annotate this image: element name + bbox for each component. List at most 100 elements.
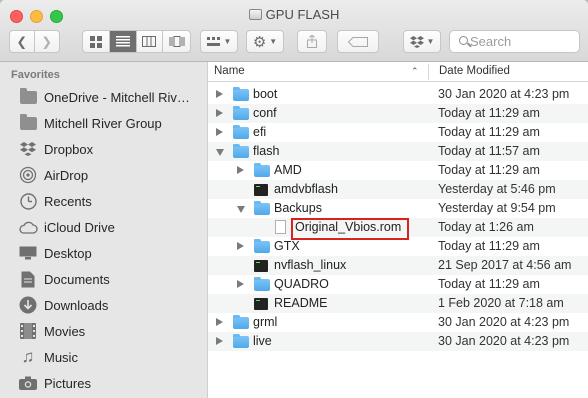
drive-icon	[248, 9, 262, 20]
sidebar-item-label: Recents	[44, 193, 92, 209]
sidebar-item-icloud-drive[interactable]: iCloud Drive	[0, 214, 207, 240]
sidebar-item-onedrive-mitchell-river-group[interactable]: OneDrive - Mitchell River Group	[0, 84, 207, 110]
column-date-header[interactable]: Date Modified	[439, 65, 510, 77]
file-name: amdvbflash	[274, 182, 338, 196]
arrange-button[interactable]: ▼	[200, 30, 238, 53]
sidebar-item-label: Music	[44, 349, 78, 365]
search-icon	[459, 36, 468, 45]
file-row[interactable]: README 1 Feb 2020 at 7:18 am	[208, 294, 588, 313]
search-field[interactable]: Search	[449, 30, 580, 53]
sidebar-item-mitchell-river-group[interactable]: Mitchell River Group	[0, 110, 207, 136]
file-row[interactable]: QUADRO Today at 11:29 am	[208, 275, 588, 294]
folder-icon	[233, 315, 249, 329]
chevron-left-icon: ❮	[16, 35, 27, 49]
file-date: Today at 11:57 am	[438, 144, 540, 158]
icon-view-button[interactable]	[83, 31, 110, 52]
file-row[interactable]: efi Today at 11:29 am	[208, 123, 588, 142]
sidebar-item-label: OneDrive - Mitchell River Group	[44, 89, 194, 105]
sidebar-item-label: Documents	[44, 271, 110, 287]
folder-icon	[233, 87, 249, 101]
disclosure-closed-icon[interactable]	[216, 337, 223, 345]
folder-icon	[233, 144, 249, 158]
disclosure-closed-icon[interactable]	[216, 128, 223, 136]
file-name: conf	[253, 106, 277, 120]
disclosure-closed-icon[interactable]	[216, 318, 223, 326]
column-divider[interactable]	[428, 64, 429, 80]
sidebar-item-label: iCloud Drive	[44, 219, 115, 235]
file-row[interactable]: Backups Yesterday at 9:54 pm	[208, 199, 588, 218]
sidebar-item-label: AirDrop	[44, 167, 89, 183]
search-placeholder: Search	[470, 34, 512, 49]
file-row[interactable]: nvflash_linux 21 Sep 2017 at 4:56 am	[208, 256, 588, 275]
sidebar-item-airdrop[interactable]: AirDrop	[0, 162, 207, 188]
file-date: 1 Feb 2020 at 7:18 am	[438, 296, 564, 310]
disclosure-closed-icon[interactable]	[216, 109, 223, 117]
disclosure-closed-icon[interactable]	[237, 166, 244, 174]
file-date: Today at 11:29 am	[438, 163, 540, 177]
window-title: GPU FLASH	[0, 7, 588, 22]
file-row[interactable]: flash Today at 11:57 am	[208, 142, 588, 161]
file-list: Name ⌃ Date Modified boot 30 Jan 2020 at …	[208, 62, 588, 398]
tag-icon	[348, 36, 368, 47]
sidebar-item-movies[interactable]: Movies	[0, 318, 207, 344]
dropbox-icon	[409, 35, 424, 48]
window-title-text: GPU FLASH	[265, 7, 340, 22]
cover-flow-view-button[interactable]	[163, 31, 190, 52]
sidebar-item-label: Downloads	[44, 297, 109, 313]
file-name: AMD	[274, 163, 302, 177]
file-row[interactable]: amdvbflash Yesterday at 5:46 pm	[208, 180, 588, 199]
back-button[interactable]: ❮	[10, 31, 35, 52]
file-row[interactable]: live 30 Jan 2020 at 4:23 pm	[208, 332, 588, 351]
clock-icon	[18, 191, 38, 211]
tag-button[interactable]	[337, 30, 379, 53]
forward-button[interactable]: ❯	[35, 31, 59, 52]
disclosure-closed-icon[interactable]	[216, 90, 223, 98]
list-view-button[interactable]	[109, 31, 137, 52]
file-date: Today at 1:26 am	[438, 220, 534, 234]
file-row[interactable]: conf Today at 11:29 am	[208, 104, 588, 123]
sidebar-item-label: Dropbox	[44, 141, 94, 157]
sidebar-item-pictures[interactable]: Pictures	[0, 370, 207, 396]
folder-icon	[18, 113, 38, 133]
chevron-down-icon: ▼	[426, 37, 435, 46]
sidebar-item-dropbox[interactable]: Dropbox	[0, 136, 207, 162]
file-date: Today at 11:29 am	[438, 125, 540, 139]
file-date: Yesterday at 5:46 pm	[438, 182, 556, 196]
file-row[interactable]: AMD Today at 11:29 am	[208, 161, 588, 180]
disclosure-closed-icon[interactable]	[237, 242, 244, 250]
chevron-right-icon: ❯	[41, 35, 52, 49]
folder-icon	[254, 163, 270, 177]
disclosure-closed-icon[interactable]	[237, 280, 244, 288]
sidebar-item-downloads[interactable]: Downloads	[0, 292, 207, 318]
disclosure-open-icon[interactable]	[237, 206, 245, 213]
disclosure-open-icon[interactable]	[216, 149, 224, 156]
column-name-header[interactable]: Name	[214, 65, 245, 77]
file-date: 30 Jan 2020 at 4:23 pm	[438, 87, 570, 101]
folder-icon	[254, 239, 270, 253]
gear-icon: ⚙	[252, 33, 267, 51]
file-name: Backups	[274, 201, 322, 215]
file-name: efi	[253, 125, 267, 139]
column-view-button[interactable]	[137, 31, 164, 52]
back-forward-control: ❮ ❯	[9, 30, 60, 53]
document-icon	[275, 220, 286, 234]
sidebar-item-recents[interactable]: Recents	[0, 188, 207, 214]
sidebar-item-desktop[interactable]: Desktop	[0, 240, 207, 266]
file-row[interactable]: boot 30 Jan 2020 at 4:23 pm	[208, 85, 588, 104]
dropbox-icon	[18, 139, 38, 159]
sidebar-item-label: Mitchell River Group	[44, 115, 162, 131]
file-date: 21 Sep 2017 at 4:56 am	[438, 258, 572, 272]
folder-icon	[254, 201, 270, 215]
action-button[interactable]: ⚙ ▼	[246, 30, 284, 53]
share-button[interactable]	[297, 30, 327, 53]
file-row[interactable]: grml 30 Jan 2020 at 4:23 pm	[208, 313, 588, 332]
view-mode-control	[82, 30, 191, 53]
file-date: Today at 11:29 am	[438, 106, 540, 120]
dropbox-button[interactable]: ▼	[403, 30, 441, 53]
desktop-icon	[18, 243, 38, 263]
airdrop-icon	[18, 165, 38, 185]
group-icon	[206, 36, 220, 46]
sidebar-item-documents[interactable]: Documents	[0, 266, 207, 292]
file-name: README	[274, 296, 328, 310]
sidebar-item-music[interactable]: ♫ Music	[0, 344, 207, 370]
